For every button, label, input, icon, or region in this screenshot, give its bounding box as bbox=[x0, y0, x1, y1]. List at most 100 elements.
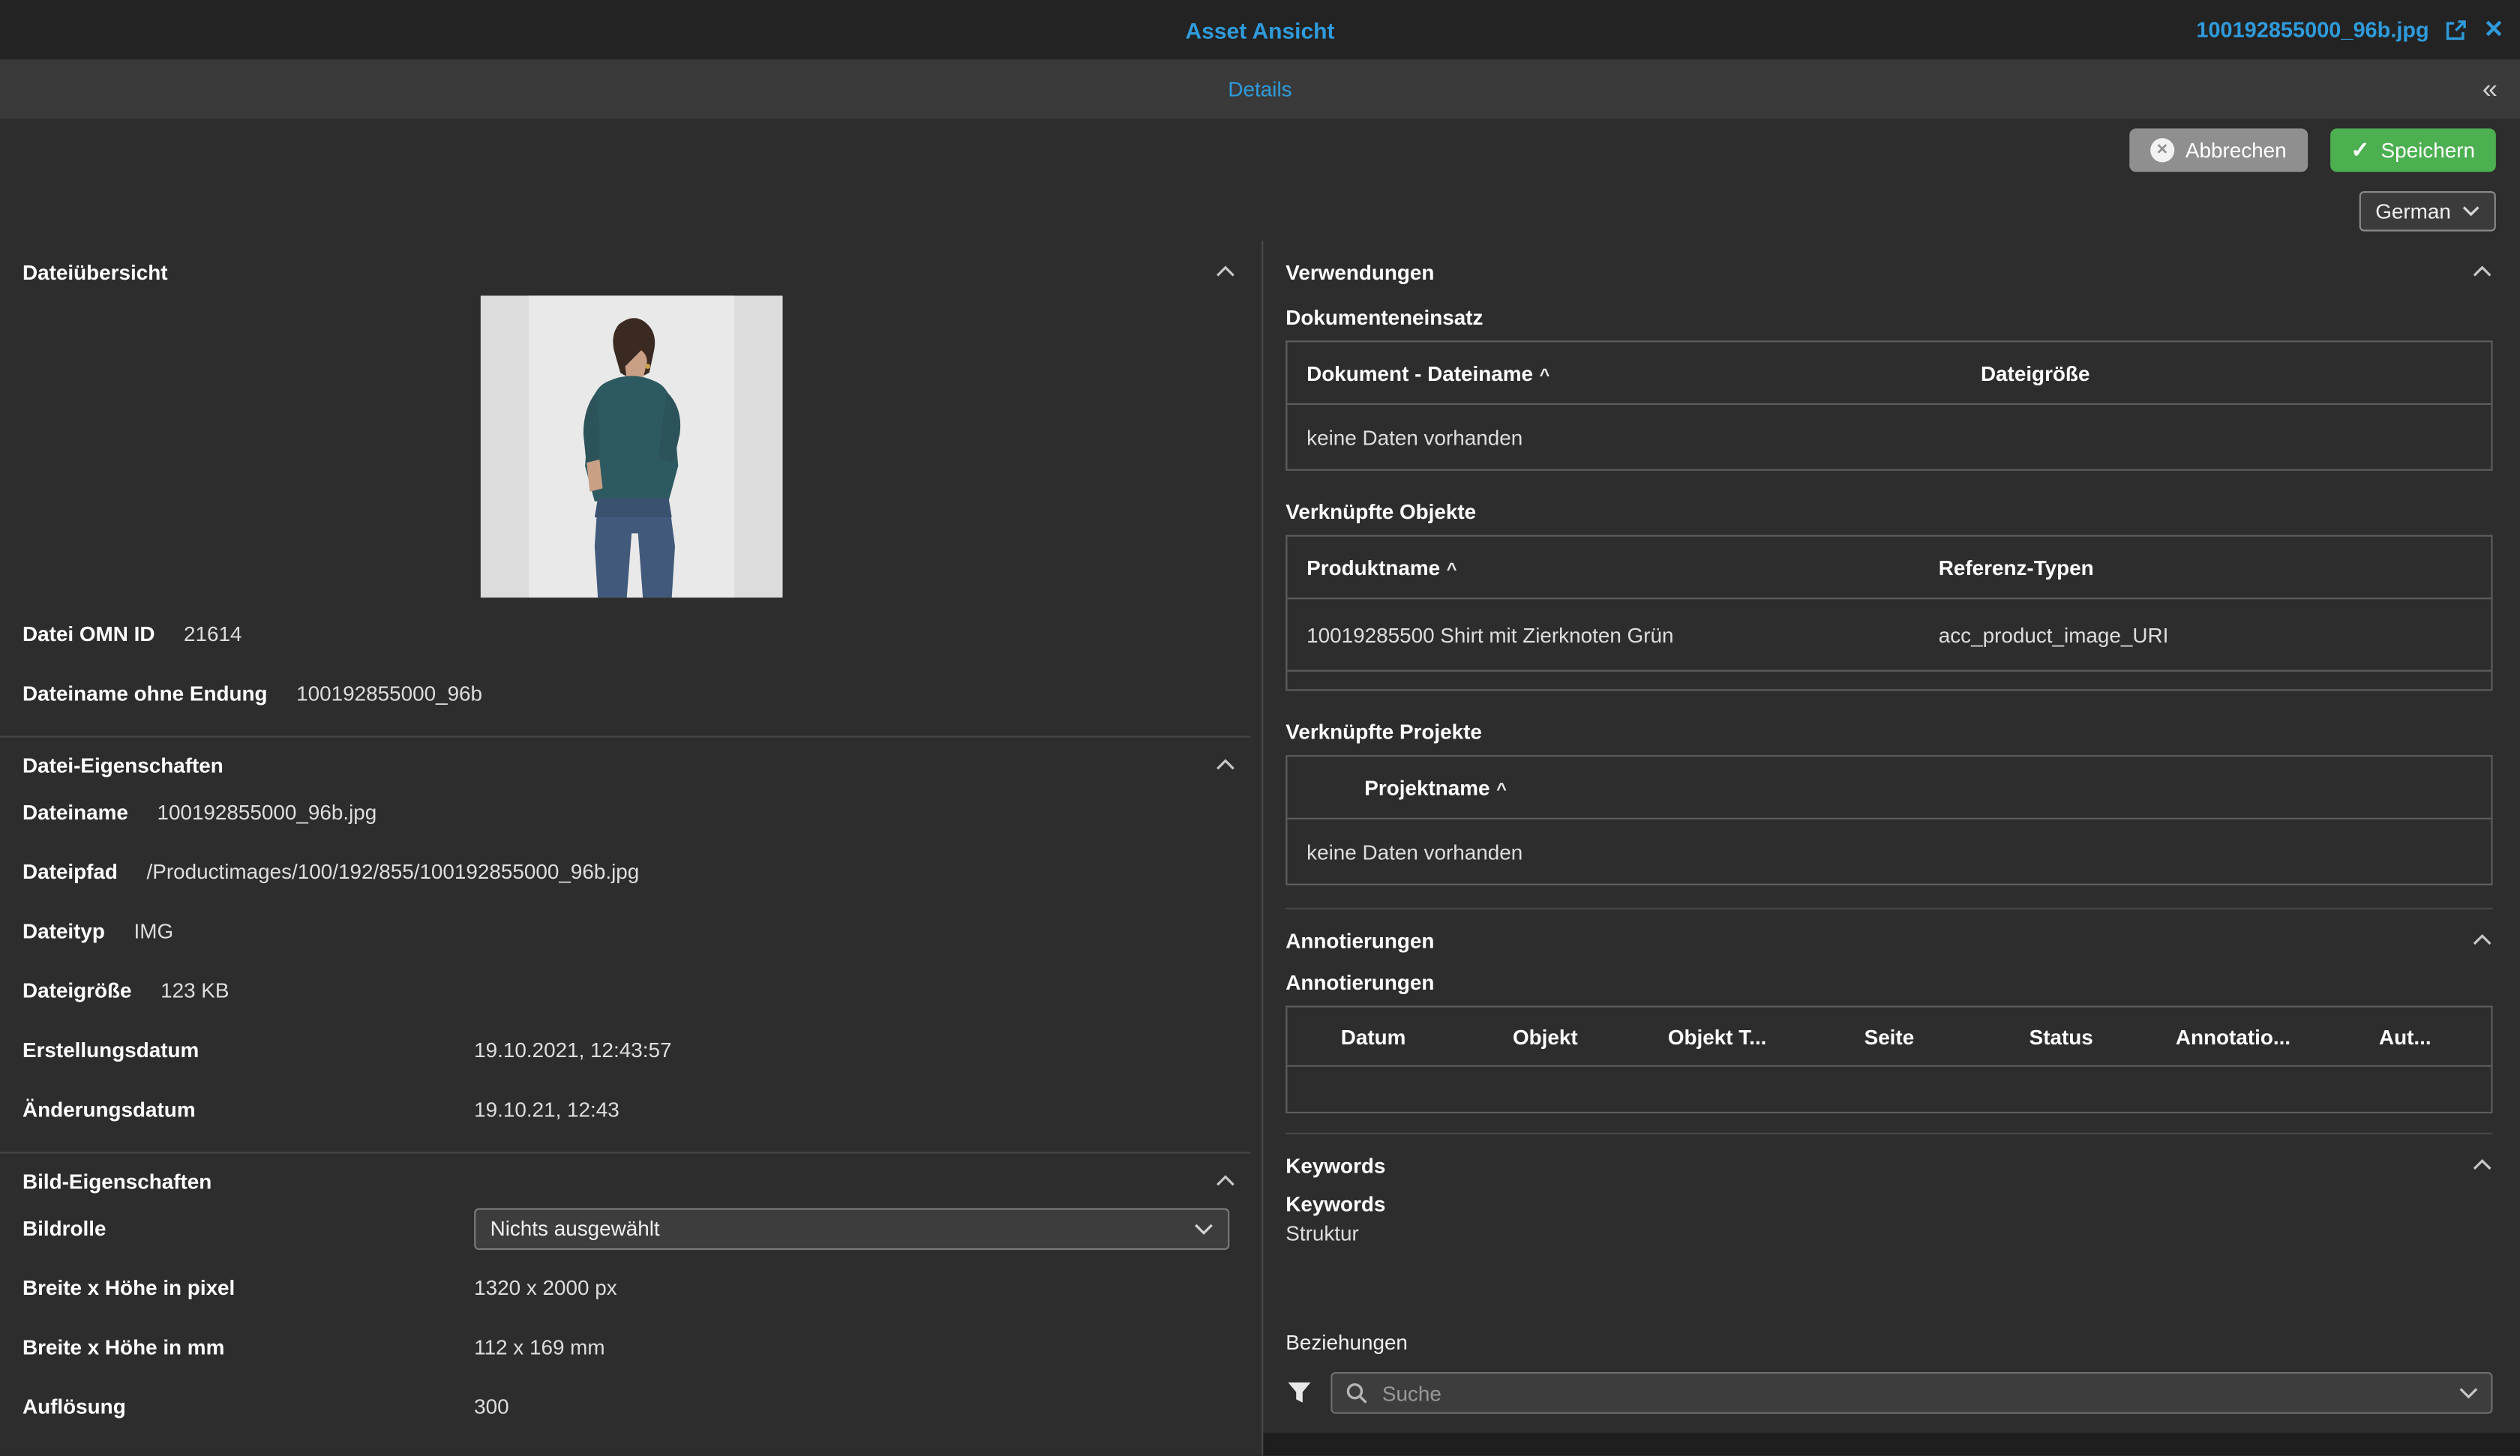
close-icon[interactable]: ✕ bbox=[2484, 18, 2504, 42]
field-row: Dateiname ohne Endung 100192855000_96b bbox=[0, 664, 1262, 723]
column-header[interactable]: Annotatio... bbox=[2147, 1024, 2319, 1048]
column-header[interactable]: Aut... bbox=[2319, 1024, 2491, 1048]
chevron-up-icon[interactable] bbox=[1215, 1174, 1236, 1187]
subsection-title-linked-projects: Verknüpfte Projekte bbox=[1286, 720, 2492, 745]
table-header-row: Projektname^ bbox=[1287, 756, 2491, 819]
subsection-title-annotations: Annotierungen bbox=[1286, 970, 2492, 996]
asset-view-window: Asset Ansicht 100192855000_96b.jpg ✕ Det… bbox=[0, 0, 2520, 1455]
section-title: Annotierungen bbox=[1286, 928, 1434, 952]
column-header[interactable]: Objekt T... bbox=[1631, 1024, 1803, 1048]
image-properties-fields: Bildrolle Nichts ausgewählt Breite x Höh… bbox=[0, 1199, 1262, 1437]
field-row: Breite x Höhe in pixel 1320 x 2000 px bbox=[0, 1258, 1262, 1317]
table-empty-row: keine Daten vorhanden bbox=[1287, 819, 2491, 884]
column-header[interactable]: Referenz-Typen bbox=[1919, 555, 2491, 579]
field-label: Bildrolle bbox=[22, 1216, 474, 1240]
field-value: 1320 x 2000 px bbox=[474, 1275, 617, 1299]
cancel-circle-icon: ✕ bbox=[2150, 137, 2174, 161]
column-header[interactable]: Objekt bbox=[1460, 1024, 1631, 1048]
search-icon bbox=[1346, 1382, 1368, 1404]
section-header-file-overview[interactable]: Dateiübersicht bbox=[0, 241, 1262, 289]
sort-asc-icon: ^ bbox=[1447, 560, 1457, 580]
bildrolle-select[interactable]: Nichts ausgewählt bbox=[474, 1207, 1229, 1249]
column-header[interactable]: Datum bbox=[1287, 1024, 1459, 1048]
subsection-title-document-usage: Dokumenteneinsatz bbox=[1286, 305, 2492, 331]
column-header[interactable]: Produktname ^ bbox=[1287, 555, 1919, 579]
column-header[interactable]: Dokument - Dateiname^ bbox=[1287, 361, 1961, 385]
field-value: /Productimages/100/192/855/100192855000_… bbox=[147, 859, 640, 883]
field-row: Datei OMN ID 21614 bbox=[0, 604, 1262, 664]
field-row: Auflösung 300 bbox=[0, 1377, 1262, 1436]
field-label: Breite x Höhe in mm bbox=[22, 1335, 474, 1359]
reference-type-cell: acc_product_image_URI bbox=[1919, 622, 2491, 646]
title-bar: Asset Ansicht 100192855000_96b.jpg ✕ bbox=[0, 0, 2520, 59]
column-header[interactable]: Seite bbox=[1803, 1024, 1975, 1048]
filter-icon[interactable] bbox=[1286, 1380, 1312, 1406]
column-header[interactable]: Dateigröße bbox=[1961, 361, 2491, 385]
field-row: Erstellungsdatum 19.10.2021, 12:43:57 bbox=[0, 1020, 1262, 1080]
file-properties-fields: Dateiname 100192855000_96b.jpg Dateipfad… bbox=[0, 783, 1262, 1140]
field-label: Dateityp bbox=[22, 919, 105, 943]
chevron-down-icon[interactable] bbox=[2459, 1386, 2479, 1399]
field-row: Dateigröße 123 KB bbox=[0, 960, 1262, 1020]
field-value: IMG bbox=[134, 919, 173, 943]
linked-objects-table: Produktname ^ Referenz-Typen 10019285500 … bbox=[1286, 535, 2492, 691]
field-value: 21614 bbox=[184, 622, 242, 646]
save-button[interactable]: ✓ Speichern bbox=[2330, 127, 2496, 171]
tab-bar: Details « bbox=[0, 59, 2520, 118]
product-name-cell: 10019285500 Shirt mit Zierknoten Grün bbox=[1287, 622, 1919, 646]
column-header-label: Produktname bbox=[1306, 555, 1440, 579]
chevron-up-icon[interactable] bbox=[1215, 265, 1236, 278]
field-value: 100192855000_96b.jpg bbox=[157, 800, 376, 824]
language-select[interactable]: German bbox=[2360, 190, 2496, 231]
cancel-button[interactable]: ✕ Abbrechen bbox=[2129, 127, 2308, 171]
section-title: Dateiübersicht bbox=[22, 259, 168, 283]
empty-message: keine Daten vorhanden bbox=[1287, 840, 1542, 864]
table-empty-row: keine Daten vorhanden bbox=[1287, 405, 2491, 469]
subsection-title-linked-objects: Verknüpfte Objekte bbox=[1286, 499, 2492, 525]
search-input[interactable] bbox=[1379, 1380, 2448, 1407]
check-icon: ✓ bbox=[2350, 138, 2369, 160]
chevron-up-icon[interactable] bbox=[2472, 1158, 2493, 1171]
language-bar: German bbox=[0, 180, 2520, 241]
field-label: Datei OMN ID bbox=[22, 622, 154, 646]
column-header-label: Dokument - Dateiname bbox=[1306, 361, 1533, 385]
column-header-label: Referenz-Typen bbox=[1939, 555, 2094, 579]
section-title: Keywords bbox=[1286, 1153, 1385, 1177]
field-value: 300 bbox=[474, 1395, 509, 1419]
table-scroll-strip[interactable] bbox=[1287, 670, 2491, 690]
section-header-usages[interactable]: Verwendungen bbox=[1286, 241, 2492, 289]
field-value: 19.10.21, 12:43 bbox=[474, 1098, 620, 1122]
chevron-down-icon bbox=[2462, 205, 2480, 216]
content-area: Dateiübersicht bbox=[0, 241, 2520, 1455]
cancel-button-label: Abbrechen bbox=[2186, 137, 2287, 161]
title-bar-right: 100192855000_96b.jpg ✕ bbox=[2196, 17, 2504, 43]
column-header[interactable]: Status bbox=[1976, 1024, 2147, 1048]
field-row: Dateityp IMG bbox=[0, 901, 1262, 960]
table-header-row: Dokument - Dateiname^ Dateigröße bbox=[1287, 342, 2491, 405]
section-header-image-properties[interactable]: Bild-Eigenschaften bbox=[0, 1154, 1262, 1199]
asset-thumbnail[interactable] bbox=[480, 295, 782, 598]
chevron-up-icon[interactable] bbox=[2472, 933, 2493, 946]
field-label: Änderungsdatum bbox=[22, 1098, 474, 1122]
section-header-annotations[interactable]: Annotierungen bbox=[1286, 909, 2492, 957]
bottom-strip bbox=[1263, 1433, 2520, 1455]
export-icon[interactable] bbox=[2444, 17, 2469, 43]
field-label: Dateiname bbox=[22, 800, 128, 824]
field-row: Änderungsdatum 19.10.21, 12:43 bbox=[0, 1080, 1262, 1139]
left-panel: Dateiübersicht bbox=[0, 241, 1262, 1455]
chevron-up-icon[interactable] bbox=[2472, 265, 2493, 278]
table-row[interactable]: 10019285500 Shirt mit Zierknoten Grün ac… bbox=[1287, 599, 2491, 670]
relations-search-row bbox=[1286, 1372, 2492, 1414]
save-button-label: Speichern bbox=[2381, 137, 2475, 161]
column-header[interactable]: Projektname^ bbox=[1287, 775, 2491, 799]
relations-label: Beziehungen bbox=[1286, 1330, 2492, 1356]
tab-details[interactable]: Details bbox=[1228, 77, 1292, 101]
section-header-keywords[interactable]: Keywords bbox=[1286, 1134, 2492, 1182]
document-usage-table: Dokument - Dateiname^ Dateigröße keine D… bbox=[1286, 340, 2492, 471]
collapse-panel-icon[interactable]: « bbox=[2482, 76, 2498, 103]
field-label: Dateigröße bbox=[22, 978, 132, 1002]
field-label: Erstellungsdatum bbox=[22, 1038, 474, 1062]
section-header-file-properties[interactable]: Datei-Eigenschaften bbox=[0, 738, 1262, 783]
chevron-up-icon[interactable] bbox=[1215, 758, 1236, 771]
sort-asc-icon: ^ bbox=[1496, 780, 1507, 799]
